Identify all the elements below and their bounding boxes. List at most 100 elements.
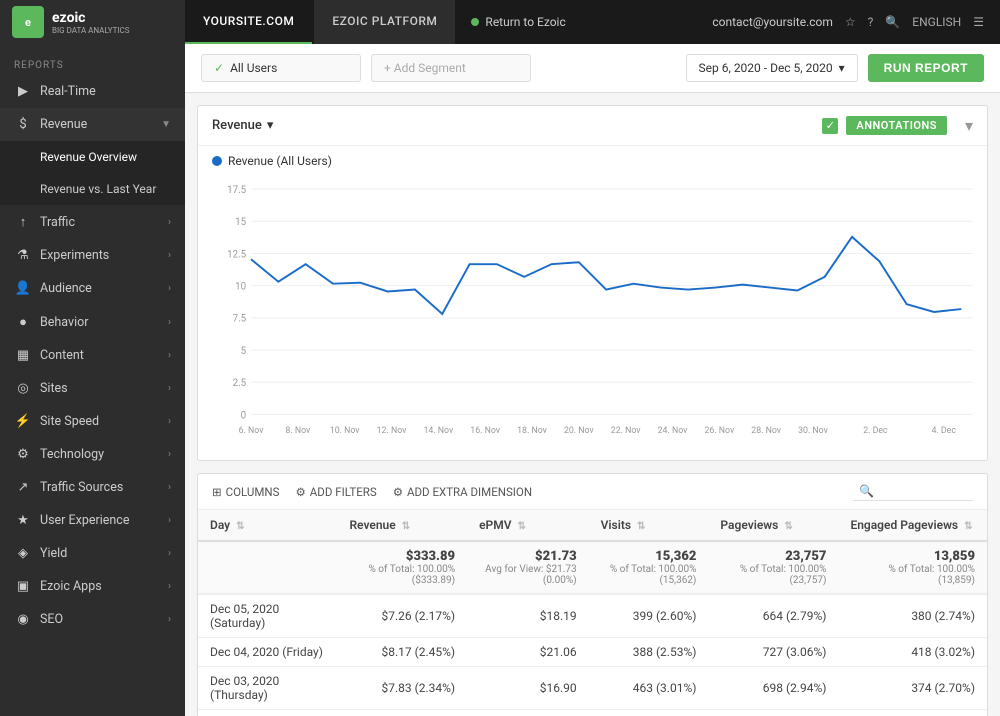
svg-text:10. Nov: 10. Nov	[330, 426, 361, 436]
nav-return-ezoic[interactable]: Return to Ezoic	[455, 0, 581, 44]
sidebar-item-ezoic-apps[interactable]: ▣ Ezoic Apps ›	[0, 570, 185, 603]
svg-text:7.5: 7.5	[233, 314, 247, 325]
col-pageviews[interactable]: Pageviews ⇅	[708, 510, 838, 541]
col-epmv[interactable]: ePMV ⇅	[467, 510, 589, 541]
sidebar-item-experiments[interactable]: ⚗ Experiments ›	[0, 239, 185, 272]
sort-icon-pageviews: ⇅	[784, 521, 792, 532]
row-0-epmv: $18.19	[467, 594, 589, 638]
row-0-pageviews: 664 (2.79%)	[708, 594, 838, 638]
search-icon[interactable]: 🔍	[885, 15, 900, 29]
row-3-revenue: $11.19 (3.35%)	[337, 710, 467, 716]
sites-icon: ◎	[14, 381, 32, 396]
sidebar-item-traffic-sources[interactable]: ↗ Traffic Sources ›	[0, 471, 185, 504]
seo-icon: ◉	[14, 612, 32, 627]
trafficsources-icon: ↗	[14, 480, 32, 495]
sidebar: REPORTS ▶ Real-Time $ Revenue ▼ Revenue …	[0, 44, 185, 716]
row-0-visits: 399 (2.60%)	[589, 594, 709, 638]
content-icon: ▦	[14, 348, 32, 363]
svg-text:16. Nov: 16. Nov	[470, 426, 501, 436]
add-segment-button[interactable]: + Add Segment	[371, 54, 531, 82]
sidebar-item-seo[interactable]: ◉ SEO ›	[0, 603, 185, 636]
row-1-pageviews: 727 (3.06%)	[708, 638, 838, 667]
sidebar-item-revenue-last-year[interactable]: Revenue vs. Last Year	[0, 173, 185, 205]
row-0-revenue: $7.26 (2.17%)	[337, 594, 467, 638]
sort-icon-epmv: ⇅	[518, 521, 526, 532]
experiments-icon: ⚗	[14, 248, 32, 263]
toolbar-row: ✓ All Users + Add Segment Sep 6, 2020 - …	[185, 44, 1000, 93]
chart-collapse-icon[interactable]: ▾	[965, 116, 973, 135]
sidebar-item-realtime[interactable]: ▶ Real-Time	[0, 75, 185, 108]
row-1-day: Dec 04, 2020 (Friday)	[198, 638, 337, 667]
sidebar-item-revenue-overview[interactable]: Revenue Overview	[0, 141, 185, 173]
svg-text:2. Dec: 2. Dec	[863, 426, 888, 436]
col-day[interactable]: Day ⇅	[198, 510, 337, 541]
sidebar-item-technology[interactable]: ⚙ Technology ›	[0, 438, 185, 471]
sidebar-item-audience[interactable]: 👤 Audience ›	[0, 272, 185, 305]
row-2-day: Dec 03, 2020 (Thursday)	[198, 667, 337, 710]
svg-text:28. Nov: 28. Nov	[751, 426, 782, 436]
nav-tab-ezoic-platform[interactable]: EZOIC PLATFORM	[314, 0, 455, 44]
sidebar-item-site-speed[interactable]: ⚡ Site Speed ›	[0, 405, 185, 438]
svg-text:24. Nov: 24. Nov	[658, 426, 689, 436]
star-icon[interactable]: ☆	[845, 15, 856, 29]
date-range-picker[interactable]: Sep 6, 2020 - Dec 5, 2020 ▾	[686, 54, 858, 82]
behavior-arrow: ›	[168, 317, 171, 328]
technology-icon: ⚙	[14, 447, 32, 462]
columns-button[interactable]: ⊞ COLUMNS	[212, 485, 279, 499]
svg-text:4. Dec: 4. Dec	[932, 426, 957, 436]
language-selector[interactable]: ENGLISH	[912, 15, 961, 29]
ezoicapps-arrow: ›	[168, 581, 171, 592]
add-filters-button[interactable]: ⚙ ADD FILTERS	[295, 485, 376, 499]
totals-pageviews-cell: 23,757 % of Total: 100.00% (23,757)	[708, 541, 838, 594]
user-email: contact@yoursite.com	[712, 15, 833, 29]
col-revenue[interactable]: Revenue ⇅	[337, 510, 467, 541]
svg-text:12. Nov: 12. Nov	[377, 426, 408, 436]
data-table: Day ⇅ Revenue ⇅ ePMV ⇅ Visits	[198, 510, 987, 716]
segment-all-users[interactable]: ✓ All Users	[201, 54, 361, 82]
row-2-revenue: $7.83 (2.34%)	[337, 667, 467, 710]
svg-text:17.5: 17.5	[227, 185, 247, 196]
sidebar-item-behavior[interactable]: ● Behavior ›	[0, 305, 185, 339]
ux-icon: ★	[14, 513, 32, 528]
content-arrow: ›	[168, 350, 171, 361]
run-report-button[interactable]: RUN REPORT	[868, 54, 984, 82]
trafficsources-arrow: ›	[168, 482, 171, 493]
sidebar-item-sites[interactable]: ◎ Sites ›	[0, 372, 185, 405]
hamburger-icon[interactable]: ☰	[973, 15, 984, 29]
audience-arrow: ›	[168, 283, 171, 294]
sidebar-item-traffic[interactable]: ↑ Traffic ›	[0, 205, 185, 239]
sidebar-item-user-experience[interactable]: ★ User Experience ›	[0, 504, 185, 537]
segment-check-icon: ✓	[214, 61, 224, 75]
totals-engaged-cell: 13,859 % of Total: 100.00% (13,859)	[838, 541, 987, 594]
row-2-visits: 463 (3.01%)	[589, 667, 709, 710]
nav-tab-yoursite[interactable]: YOURSITE.COM	[185, 0, 312, 44]
table-row: Dec 03, 2020 (Thursday) $7.83 (2.34%) $1…	[198, 667, 987, 710]
sidebar-item-content[interactable]: ▦ Content ›	[0, 339, 185, 372]
help-icon[interactable]: ?	[868, 15, 874, 29]
chart-title-button[interactable]: Revenue ▾	[212, 118, 273, 133]
col-engaged-pageviews[interactable]: Engaged Pageviews ⇅	[838, 510, 987, 541]
traffic-icon: ↑	[14, 214, 32, 230]
logo-area: e ezoic BIG DATA ANALYTICS	[0, 0, 185, 44]
annotations-button[interactable]: ANNOTATIONS	[846, 116, 947, 135]
annotations-checkbox[interactable]: ✓	[822, 118, 838, 134]
row-2-pageviews: 698 (2.94%)	[708, 667, 838, 710]
filter-icon: ⚙	[295, 485, 305, 499]
table-search-input[interactable]	[853, 482, 973, 501]
svg-text:30. Nov: 30. Nov	[798, 426, 829, 436]
table-toolbar: ⊞ COLUMNS ⚙ ADD FILTERS ⚙ ADD EXTRA DIME…	[198, 474, 987, 510]
add-extra-dimension-button[interactable]: ⚙ ADD EXTRA DIMENSION	[393, 485, 532, 499]
sort-icon-revenue: ⇅	[402, 521, 410, 532]
col-visits[interactable]: Visits ⇅	[589, 510, 709, 541]
technology-arrow: ›	[168, 449, 171, 460]
chart-header: Revenue ▾ ✓ ANNOTATIONS ▾	[198, 106, 987, 146]
svg-text:26. Nov: 26. Nov	[704, 426, 735, 436]
chart-legend: Revenue (All Users)	[198, 146, 987, 176]
table-row: Dec 05, 2020 (Saturday) $7.26 (2.17%) $1…	[198, 594, 987, 638]
sidebar-item-yield[interactable]: ◈ Yield ›	[0, 537, 185, 570]
realtime-icon: ▶	[14, 84, 32, 99]
columns-icon: ⊞	[212, 485, 222, 499]
sidebar-item-revenue[interactable]: $ Revenue ▼	[0, 108, 185, 141]
row-3-pageviews: 765 (3.22%)	[708, 710, 838, 716]
revenue-chart: 17.5 15 12.5 10 7.5 5 2.5 0 6. Nov 8. No…	[212, 176, 973, 446]
